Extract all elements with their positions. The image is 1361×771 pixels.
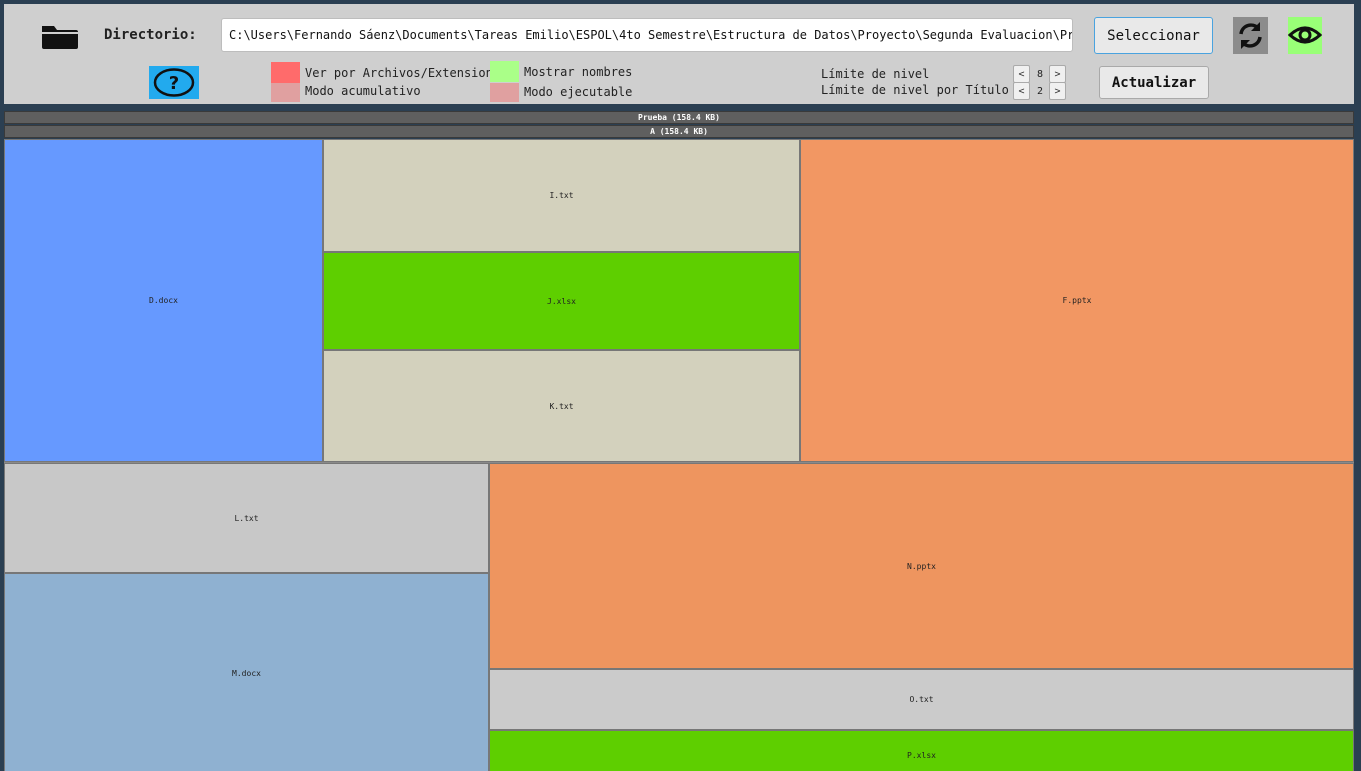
level-limit-value: 8 — [1036, 68, 1044, 80]
cumulative-toggle[interactable] — [271, 83, 300, 102]
child-folder-title: A (158.4 KB) — [650, 127, 708, 136]
file-tile-o[interactable]: O.txt — [489, 669, 1354, 730]
show-names-toggle[interactable] — [490, 61, 519, 82]
help-icon[interactable]: ? — [149, 66, 199, 99]
file-tile-label: I.txt — [549, 191, 574, 200]
file-tile-label: O.txt — [909, 695, 934, 704]
title-decrease-button[interactable]: < — [1013, 82, 1030, 100]
file-tile-k[interactable]: K.txt — [323, 350, 800, 462]
child-folder-header[interactable]: A (158.4 KB) — [4, 125, 1354, 138]
update-button[interactable]: Actualizar — [1099, 66, 1209, 99]
root-folder-header[interactable]: Prueba (158.4 KB) — [4, 111, 1354, 124]
cumulative-label: Modo acumulativo — [305, 84, 421, 98]
root-folder-title: Prueba (158.4 KB) — [638, 113, 720, 122]
directory-path-input[interactable]: C:\Users\Fernando Sáenz\Documents\Tareas… — [221, 18, 1073, 52]
eye-icon[interactable] — [1287, 17, 1323, 54]
directory-label: Directorio: — [104, 27, 197, 43]
file-tile-label: K.txt — [549, 401, 574, 411]
refresh-icon[interactable] — [1233, 17, 1268, 54]
svg-text:?: ? — [169, 73, 179, 94]
title-limit-label: Límite de nivel por Título — [821, 83, 1009, 97]
file-tile-f[interactable]: F.pptx — [800, 139, 1354, 462]
executable-toggle[interactable] — [490, 83, 519, 102]
file-tile-label: M.docx — [232, 668, 261, 678]
title-limit-value: 2 — [1036, 85, 1044, 97]
folder-icon[interactable] — [40, 22, 80, 50]
file-tile-label: N.pptx — [907, 561, 936, 571]
select-button-label: Seleccionar — [1107, 27, 1200, 44]
show-names-label: Mostrar nombres — [524, 65, 633, 79]
update-button-label: Actualizar — [1111, 74, 1197, 91]
by-extension-toggle[interactable] — [271, 62, 300, 83]
title-increase-button[interactable]: > — [1049, 82, 1066, 100]
treemap: D.docx I.txt J.xlsx K.txt F.pptx L.txt M… — [4, 139, 1354, 771]
file-tile-label: L.txt — [234, 513, 259, 523]
file-tile-d[interactable]: D.docx — [4, 139, 323, 462]
level-limit-label: Límite de nivel — [821, 67, 930, 81]
file-tile-label: P.xlsx — [907, 751, 936, 760]
select-button[interactable]: Seleccionar — [1094, 17, 1213, 54]
file-tile-j[interactable]: J.xlsx — [323, 252, 800, 350]
level-increase-button[interactable]: > — [1049, 65, 1066, 83]
executable-label: Modo ejecutable — [524, 85, 633, 99]
level-decrease-button[interactable]: < — [1013, 65, 1030, 83]
file-tile-m[interactable]: M.docx — [4, 573, 489, 771]
file-tile-label: D.docx — [149, 296, 178, 305]
directory-path-text: C:\Users\Fernando Sáenz\Documents\Tareas… — [229, 28, 1073, 42]
file-tile-p[interactable]: P.xlsx — [489, 730, 1354, 771]
by-extension-label: Ver por Archivos/Extension — [305, 66, 493, 80]
file-tile-l[interactable]: L.txt — [4, 463, 489, 573]
file-tile-label: J.xlsx — [547, 296, 576, 306]
file-tile-label: F.pptx — [1062, 296, 1092, 305]
file-tile-i[interactable]: I.txt — [323, 139, 800, 252]
file-tile-n[interactable]: N.pptx — [489, 463, 1354, 669]
